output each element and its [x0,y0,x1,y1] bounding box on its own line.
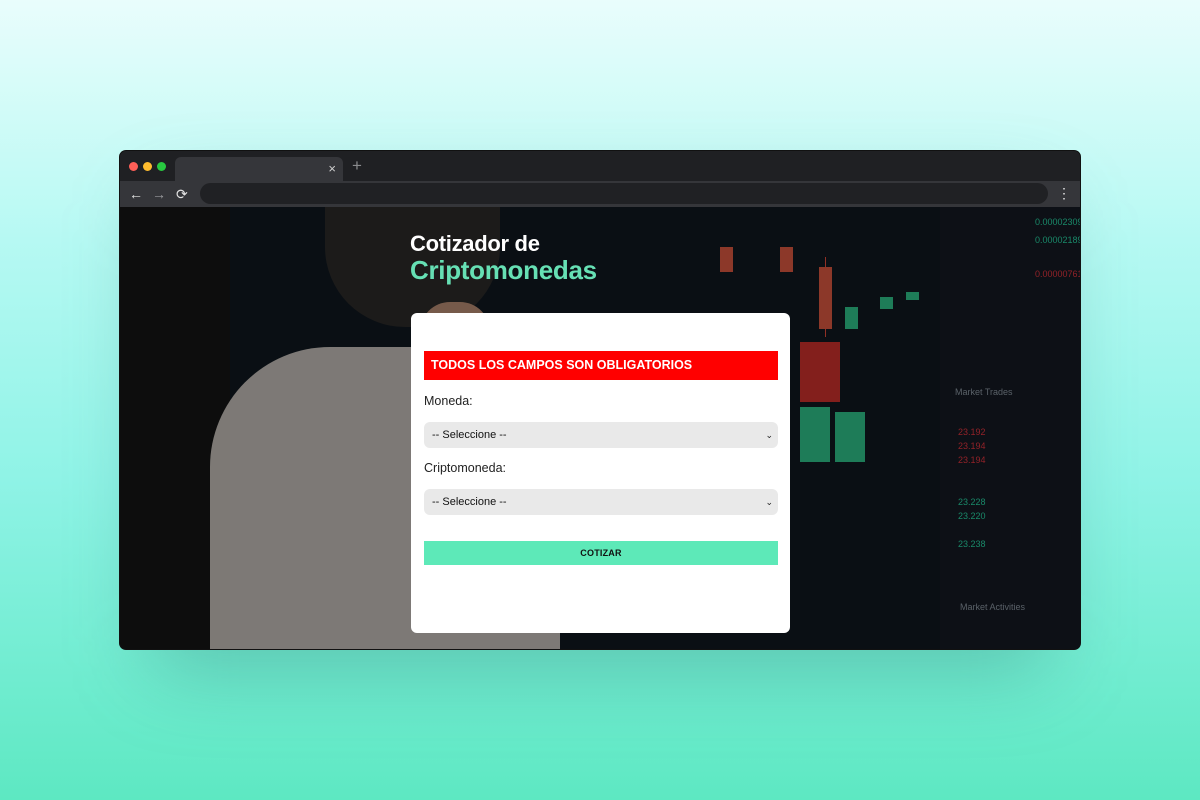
browser-menu-icon[interactable]: ⋮ [1057,183,1071,203]
address-bar[interactable] [200,183,1048,204]
crypto-select-value: -- Seleccione -- [432,496,507,508]
maximize-window-button[interactable] [157,162,166,171]
page-content: 23.192 23.194 23.194 23.228 23.220 23.23… [120,207,1080,649]
close-window-button[interactable] [129,162,138,171]
back-arrow-icon[interactable]: ← [129,184,143,204]
tab-close-icon[interactable]: × [328,161,336,177]
browser-tab[interactable]: × [175,157,343,181]
currency-select-value: -- Seleccione -- [432,429,507,441]
new-tab-icon[interactable]: + [352,157,362,175]
currency-label: Moneda: [424,394,473,408]
error-alert-text: TODOS LOS CAMPOS SON OBLIGATORIOS [431,358,693,372]
quote-form-card: TODOS LOS CAMPOS SON OBLIGATORIOS Moneda… [411,313,790,633]
forward-arrow-icon[interactable]: → [152,184,166,204]
chevron-down-icon: ⌄ [765,430,773,440]
currency-select[interactable]: -- Seleccione -- ⌄ [424,422,778,448]
cotizar-button[interactable]: COTIZAR [424,541,778,565]
chevron-down-icon: ⌄ [765,497,773,507]
title-line-2: Criptomonedas [410,255,597,285]
reload-icon[interactable]: ⟳ [176,184,188,204]
title-line-1: Cotizador de [410,231,540,256]
crypto-select[interactable]: -- Seleccione -- ⌄ [424,489,778,515]
title-bar: × + [120,151,1080,181]
crypto-label: Criptomoneda: [424,461,506,475]
browser-window: × + ← → ⟳ ⋮ 23.192 23.194 23.194 23.228 … [120,151,1080,649]
error-alert: TODOS LOS CAMPOS SON OBLIGATORIOS [424,351,778,380]
page-title: Cotizador de Criptomonedas [410,231,597,285]
minimize-window-button[interactable] [143,162,152,171]
browser-toolbar: ← → ⟳ ⋮ [120,181,1080,207]
